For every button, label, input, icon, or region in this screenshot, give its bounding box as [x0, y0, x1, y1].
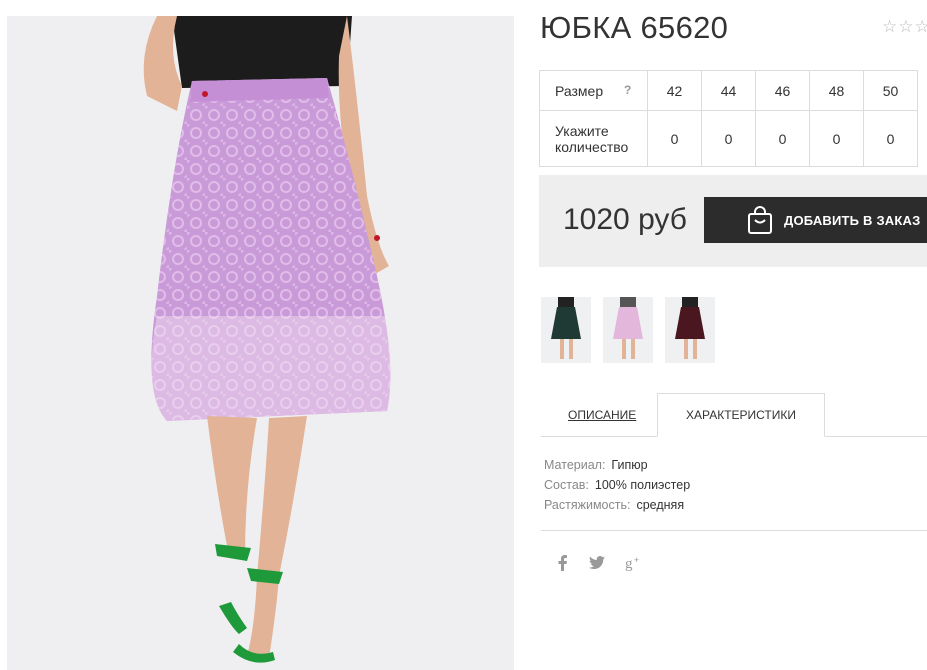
skirt-illustration [143, 16, 392, 663]
size-label-cell: Размер ? [539, 70, 648, 111]
price-panel: 1020 руб ДОБАВИТЬ В ЗАКАЗ [539, 175, 927, 267]
social-share: g + [557, 555, 643, 576]
characteristics-list: Материал: Гипюр Состав: 100% полиэстер Рас… [544, 455, 690, 515]
size-row: Размер ? 42 44 46 48 50 [539, 70, 918, 111]
variant-thumb-dark-green[interactable] [541, 297, 591, 363]
tab-characteristics[interactable]: ХАРАКТЕРИСТИКИ [657, 393, 825, 437]
quantity-input[interactable]: 0 [755, 110, 810, 167]
facebook-icon[interactable] [557, 555, 569, 576]
quantity-row: Укажите количество 0 0 0 0 0 [539, 110, 918, 167]
characteristic-row: Растяжимость: средняя [544, 495, 690, 515]
size-help-icon[interactable]: ? [624, 83, 631, 97]
characteristic-row: Состав: 100% полиэстер [544, 475, 690, 495]
product-tabs: ОПИСАНИЕ ХАРАКТЕРИСТИКИ [541, 393, 927, 437]
variant-thumb-lilac[interactable] [603, 297, 653, 363]
characteristic-value: Гипюр [611, 458, 648, 472]
section-divider [541, 530, 927, 531]
variant-thumb-burgundy[interactable] [665, 297, 715, 363]
quantity-label-line1: Укажите [555, 122, 609, 139]
quantity-input[interactable]: 0 [863, 110, 918, 167]
quantity-input[interactable]: 0 [809, 110, 864, 167]
quantity-input[interactable]: 0 [647, 110, 702, 167]
quantity-input[interactable]: 0 [701, 110, 756, 167]
characteristic-key: Состав: [544, 478, 589, 492]
google-plus-icon[interactable]: g + [625, 555, 643, 576]
characteristic-key: Материал: [544, 458, 606, 472]
size-cell: 42 [647, 70, 702, 111]
svg-text:g: g [625, 556, 633, 571]
characteristic-value: 100% полиэстер [594, 478, 691, 492]
quantity-label-line2: количество [555, 138, 629, 155]
quantity-label-cell: Укажите количество [539, 110, 648, 167]
size-cell: 46 [755, 70, 810, 111]
rating-stars-icon[interactable]: ☆☆☆ [882, 17, 927, 37]
characteristic-row: Материал: Гипюр [544, 455, 690, 475]
size-cell: 44 [701, 70, 756, 111]
characteristic-key: Растяжимость: [544, 498, 631, 512]
twitter-icon[interactable] [589, 556, 605, 575]
characteristic-value: средняя [636, 498, 685, 512]
size-cell: 48 [809, 70, 864, 111]
svg-text:+: + [634, 555, 639, 565]
add-to-order-button[interactable]: ДОБАВИТЬ В ЗАКАЗ [704, 197, 927, 243]
tab-description[interactable]: ОПИСАНИЕ [568, 408, 636, 422]
product-title: ЮБКА 65620 [540, 10, 729, 45]
price: 1020 руб [563, 203, 687, 236]
shopping-bag-icon [748, 206, 772, 234]
size-label: Размер [555, 82, 604, 99]
add-to-order-label: ДОБАВИТЬ В ЗАКАЗ [784, 212, 921, 228]
color-variants [541, 297, 715, 363]
product-photo[interactable] [7, 16, 514, 670]
size-quantity-table: Размер ? 42 44 46 48 50 Укажите количест… [539, 70, 918, 167]
size-cell: 50 [863, 70, 918, 111]
